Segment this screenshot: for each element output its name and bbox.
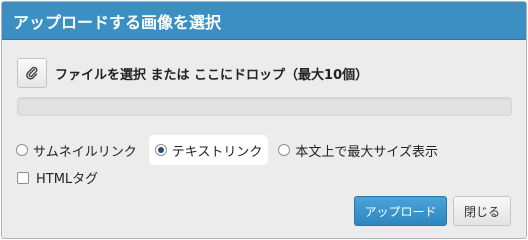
link-option-group: サムネイルリンク テキストリンク 本文上で最大サイズ表示: [16, 135, 438, 165]
close-button[interactable]: 閉じる: [453, 196, 511, 226]
paperclip-icon: [25, 66, 39, 80]
html-tag-label: HTMLタグ: [36, 172, 99, 187]
dialog-body: ファイルを選択 または ここにドロップ（最大10個） サムネイルリンク テキスト…: [2, 40, 526, 238]
upload-progress-bar: [17, 97, 512, 116]
radio-label: テキストリンク: [171, 144, 263, 160]
html-tag-option[interactable]: HTMLタグ: [17, 168, 98, 187]
radio-label: 本文上で最大サイズ表示: [295, 144, 438, 160]
upload-dialog: アップロードする画像を選択 ファイルを選択 または ここにドロップ（最大10個）…: [1, 1, 527, 239]
file-select-text: ファイルを選択 または ここにドロップ（最大10個）: [55, 67, 369, 83]
radio-label: サムネイルリンク: [33, 144, 137, 160]
upload-button[interactable]: アップロード: [354, 196, 447, 226]
file-select-row: ファイルを選択 または ここにドロップ（最大10個）: [17, 58, 368, 88]
dialog-title: アップロードする画像を選択: [2, 2, 526, 40]
radio-button[interactable]: [278, 144, 291, 156]
radio-button-checked[interactable]: [154, 144, 167, 156]
radio-option-max-size[interactable]: 本文上で最大サイズ表示: [278, 135, 438, 165]
file-select-button[interactable]: [17, 58, 47, 88]
html-tag-checkbox[interactable]: [17, 171, 29, 184]
radio-option-thumbnail-link[interactable]: サムネイルリンク: [16, 135, 137, 165]
radio-button[interactable]: [16, 144, 28, 156]
radio-option-text-link[interactable]: テキストリンク: [148, 135, 269, 165]
